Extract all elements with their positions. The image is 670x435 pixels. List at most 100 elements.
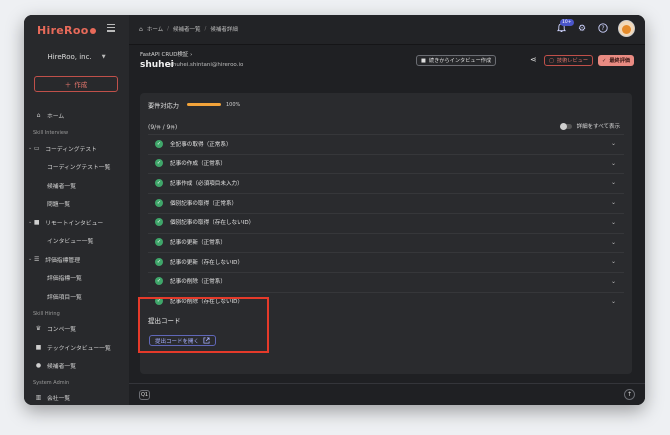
sidebar-item-eval-item-list[interactable]: 評価項目一覧: [24, 289, 129, 303]
chevron-down-icon[interactable]: ⌄: [611, 199, 616, 206]
create-button[interactable]: ＋ 作成: [34, 76, 118, 92]
building-icon: ▥: [35, 393, 42, 401]
chevron-down-icon[interactable]: ⌄: [611, 278, 616, 285]
requirements-percent: 100%: [226, 102, 241, 108]
breadcrumb-candidate-detail: 候補者詳細: [210, 27, 238, 33]
notification-bell-icon[interactable]: 10+: [555, 18, 574, 35]
sidebar-item-candidate-list-hiring[interactable]: ● 候補者一覧: [24, 358, 129, 372]
continue-interview-button[interactable]: ■ 続きからインタビュー作成: [416, 55, 497, 66]
requirements-count: (9/件 / 9件): [148, 124, 178, 131]
check-circle-icon: ✓: [155, 159, 163, 168]
chevron-down-icon: ▼: [101, 54, 106, 60]
check-circle-icon: ✓: [155, 198, 163, 207]
chevron-down-icon[interactable]: ⌄: [611, 258, 616, 265]
monitor-icon: ▭: [33, 144, 40, 152]
chevron-down-icon[interactable]: ⌄: [611, 219, 616, 226]
home-icon: ⌂: [36, 111, 41, 119]
sidebar-item-coding-test[interactable]: ⌄ ▭ コーディングテスト: [24, 141, 129, 155]
requirement-label: 個別記事の取得（存在しないID）: [170, 220, 255, 227]
app-window: HireRoo HireRoo, inc. ▼ ＋ 作成 ⌂ ホーム Skill…: [24, 15, 645, 405]
requirement-row[interactable]: ✓ 記事作成（必須項目未入力） ⌄: [148, 173, 624, 191]
scroll-top-button[interactable]: ↑: [624, 389, 635, 400]
requirement-row[interactable]: ✓ 記事の削除（正常系） ⌄: [148, 271, 624, 290]
plus-icon: ＋: [64, 81, 72, 89]
progress-fill: [187, 103, 221, 106]
requirements-panel: 要件対応力 100% (9/件 / 9件) 詳細をすべて表示 ✓ 全記事の取得（正…: [138, 93, 632, 374]
share-icon[interactable]: ⋖: [530, 55, 537, 64]
chevron-down-icon[interactable]: ⌄: [611, 239, 616, 246]
sidebar-item-coding-test-list[interactable]: コーディングテスト一覧: [24, 159, 129, 173]
sidebar-item-tech-interview-list[interactable]: ■ テックインタビュー一覧: [24, 340, 129, 354]
requirements-progress: [187, 103, 221, 106]
requirement-row[interactable]: ✓ 個別記事の取得（正常系） ⌄: [148, 193, 624, 211]
logo[interactable]: HireRoo: [37, 24, 96, 37]
test-name-link[interactable]: FastAPI CRUD検証 ›: [140, 50, 192, 58]
check-circle-icon: ✓: [155, 139, 163, 148]
breadcrumb-home[interactable]: ホーム: [147, 25, 163, 33]
chevron-down-icon: ⌄: [28, 145, 33, 151]
sidebar-item-interview-list[interactable]: インタビュー一覧: [24, 233, 129, 247]
tech-review-button[interactable]: ▢ 技術レビュー: [544, 55, 594, 66]
section-skill-hiring: Skill Hiring: [33, 311, 60, 317]
settings-gear-icon[interactable]: ⚙: [576, 23, 588, 35]
requirement-label: 記事の削除（正常系）: [170, 279, 226, 286]
sidebar-item-eval-index-list[interactable]: 評価指標一覧: [24, 270, 129, 284]
video-icon: ■: [35, 343, 42, 351]
user-avatar[interactable]: [618, 20, 635, 37]
requirement-row[interactable]: ✓ 記事の作成（正常系） ⌄: [148, 153, 624, 172]
check-circle-icon: ✓: [155, 218, 163, 227]
org-name: HireRoo, inc.: [47, 53, 92, 61]
sidebar: HireRoo HireRoo, inc. ▼ ＋ 作成 ⌂ ホーム Skill…: [24, 15, 130, 405]
breadcrumb: ⌂ ホーム / 候補者一覧 / 候補者詳細: [139, 25, 238, 34]
open-submission-button[interactable]: 提出コードを開く: [149, 335, 217, 346]
requirement-row[interactable]: ✓ 全記事の取得（正常系） ⌄: [148, 134, 624, 152]
requirement-label: 記事作成（必須項目未入力）: [170, 180, 243, 187]
sidebar-item-candidate-list[interactable]: 候補者一覧: [24, 178, 129, 192]
requirement-row[interactable]: ✓ 記事の更新（存在しないID） ⌄: [148, 252, 624, 270]
requirement-row[interactable]: ✓ 記事の更新（正常系） ⌄: [148, 232, 624, 251]
collapse-sidebar-icon[interactable]: [107, 24, 115, 32]
trophy-icon: ♛: [35, 324, 42, 332]
final-eval-button[interactable]: ✓ 最終評価: [598, 55, 635, 66]
chevron-down-icon[interactable]: ⌄: [611, 179, 616, 186]
chevron-down-icon[interactable]: ⌄: [611, 140, 616, 147]
candidate-email: shuhei.shintani@hireroo.io: [170, 62, 244, 68]
section-skill-interview: Skill Interview: [33, 130, 69, 136]
video-icon: ■: [421, 57, 426, 64]
person-icon: ●: [35, 361, 42, 369]
breadcrumb-separator: /: [204, 26, 207, 32]
sidebar-item-competition-list[interactable]: ♛ コンペ一覧: [24, 321, 129, 335]
notification-badge: 10+: [560, 18, 574, 26]
footer-bar: Q1 ↑: [129, 383, 645, 405]
video-icon: ■: [33, 218, 40, 226]
chevron-down-icon: ⌄: [28, 219, 33, 225]
topbar: ⌂ ホーム / 候補者一覧 / 候補者詳細 10+ ⚙ ?: [129, 15, 645, 45]
external-link-icon: [203, 337, 210, 344]
check-circle-icon: ✓: [155, 178, 163, 187]
review-icon: ▢: [549, 57, 554, 64]
main-content: FastAPI CRUD検証 › shuhei shuhei.shintani@…: [129, 45, 645, 405]
show-all-details-toggle[interactable]: 詳細をすべて表示: [559, 122, 620, 130]
sidebar-item-problem-list[interactable]: 問題一覧: [24, 196, 129, 210]
sidebar-item-home[interactable]: ⌂ ホーム: [24, 108, 129, 122]
org-selector[interactable]: HireRoo, inc. ▼: [32, 47, 121, 67]
sidebar-item-remote-interview[interactable]: ⌄ ■ リモートインタビュー: [24, 215, 129, 229]
home-icon: ⌂: [139, 25, 143, 33]
breadcrumb-candidate-list[interactable]: 候補者一覧: [173, 25, 201, 33]
requirement-row[interactable]: ✓ 個別記事の取得（存在しないID） ⌄: [148, 212, 624, 231]
candidate-name: shuhei: [140, 60, 174, 70]
help-icon[interactable]: ?: [597, 22, 609, 35]
check-circle-icon: ✓: [155, 238, 163, 246]
checklist-icon: ☰: [34, 255, 40, 263]
check-circle-icon: ✓: [155, 257, 163, 266]
requirement-label: 個別記事の取得（正常系）: [170, 200, 238, 207]
chevron-down-icon[interactable]: ⌄: [611, 160, 616, 167]
sidebar-item-company-list[interactable]: ▥ 会社一覧: [24, 390, 129, 404]
breadcrumb-separator: /: [167, 26, 170, 32]
requirements-label: 要件対応力: [148, 103, 179, 110]
requirement-label: 記事の更新（存在しないID）: [170, 259, 244, 266]
sidebar-item-eval-management[interactable]: ⌄ ☰ 評価指標管理: [24, 252, 129, 266]
toggle-switch[interactable]: [559, 122, 572, 130]
section-system-admin: System Admin: [33, 380, 70, 386]
question-tab[interactable]: Q1: [139, 390, 150, 400]
